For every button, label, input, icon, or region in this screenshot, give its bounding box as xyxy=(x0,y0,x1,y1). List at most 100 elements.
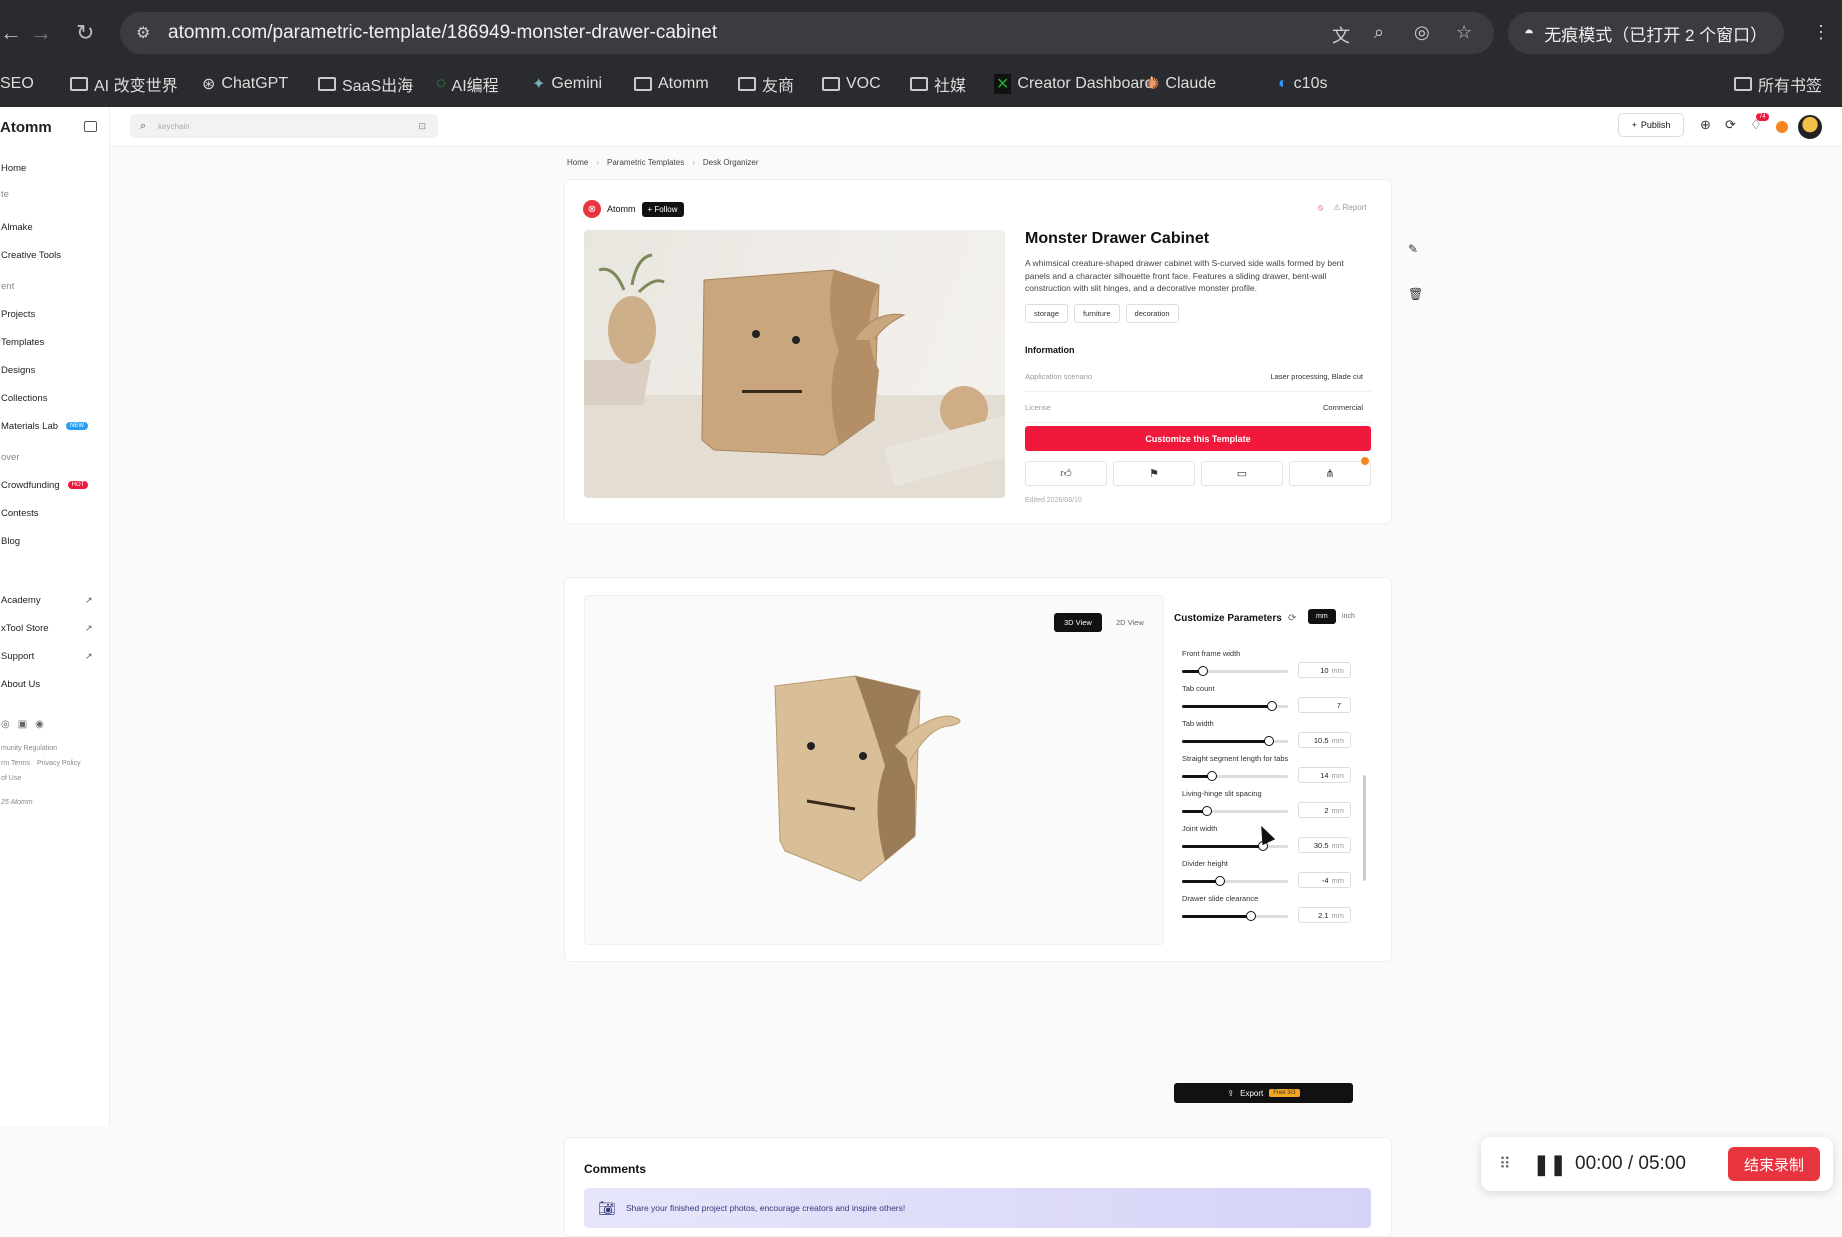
sidebar-item-creative-tools[interactable]: Creative Tools xyxy=(1,250,61,261)
tab-2d-view[interactable]: 2D View xyxy=(1106,613,1154,632)
parameter-value-input[interactable]: 30.5 mm xyxy=(1298,837,1351,853)
translate-icon[interactable]: 文 xyxy=(1332,22,1350,48)
sidebar-item-crowdfunding[interactable]: Crowdfunding HOT xyxy=(1,480,89,491)
parameters-scrollbar[interactable] xyxy=(1363,775,1366,881)
parameter-slider[interactable] xyxy=(1182,806,1288,816)
sidebar-item-blog[interactable]: Blog xyxy=(1,536,20,547)
bookmark-item[interactable]: ◐ c10s xyxy=(1278,75,1327,93)
parameter-slider[interactable] xyxy=(1182,736,1288,746)
sidebar-item-contests[interactable]: Contests xyxy=(1,508,39,519)
sidebar-item-academy[interactable]: Academy xyxy=(1,595,41,606)
reset-icon[interactable]: ⟳ xyxy=(1288,613,1296,624)
3d-viewer[interactable] xyxy=(584,595,1164,945)
parameter-slider[interactable] xyxy=(1182,911,1288,921)
star-icon[interactable]: ☆ xyxy=(1456,22,1472,43)
bookmark-item[interactable]: SEO xyxy=(0,75,34,93)
pause-icon[interactable]: ❚❚ xyxy=(1533,1152,1567,1177)
tag[interactable]: furniture xyxy=(1074,304,1120,323)
edit-icon[interactable]: ✎ xyxy=(1408,242,1418,256)
sidebar-item-home[interactable]: Home xyxy=(1,163,26,174)
slider-handle[interactable] xyxy=(1202,806,1213,816)
stop-recording-button[interactable]: 结束录制 xyxy=(1728,1147,1820,1181)
reload-icon[interactable]: ↻ xyxy=(76,20,94,46)
slider-handle[interactable] xyxy=(1215,876,1226,886)
unit-inch-toggle[interactable]: inch xyxy=(1334,609,1363,624)
avatar[interactable] xyxy=(1798,115,1822,139)
tag[interactable]: decoration xyxy=(1125,304,1179,323)
parameter-value-input[interactable]: 10 mm xyxy=(1298,662,1351,678)
tab-3d-view[interactable]: 3D View xyxy=(1054,613,1102,632)
forward-icon[interactable]: → xyxy=(30,20,52,46)
bookmark-item[interactable]: ⊛ ChatGPT xyxy=(202,74,288,94)
follow-button[interactable]: + Follow xyxy=(641,201,684,217)
bookmark-item[interactable]: Atomm xyxy=(634,75,709,93)
zoom-icon[interactable]: ⌕ xyxy=(1374,22,1384,43)
parameter-value-input[interactable]: 2 mm xyxy=(1298,802,1351,818)
points-icon[interactable] xyxy=(1776,121,1788,133)
delete-icon[interactable]: 🗑︎ xyxy=(1408,287,1423,301)
like-button[interactable]: 👍︎ xyxy=(1025,461,1107,486)
parameter-slider[interactable] xyxy=(1182,876,1288,886)
customize-template-button[interactable]: Customize this Template xyxy=(1025,426,1371,451)
bookmark-button[interactable]: ⚑ xyxy=(1113,461,1195,486)
bookmark-item[interactable]: SaaS出海 xyxy=(318,72,413,96)
author-logo[interactable]: ⊗ xyxy=(583,200,601,218)
back-icon[interactable]: ← xyxy=(0,20,22,46)
comment-button[interactable]: ▭ xyxy=(1201,461,1283,486)
parameter-value-input[interactable]: 7 xyxy=(1298,697,1351,713)
unit-mm-toggle[interactable]: mm xyxy=(1308,609,1336,624)
parameter-value-input[interactable]: 14 mm xyxy=(1298,767,1351,783)
slider-handle[interactable] xyxy=(1263,736,1274,746)
bookmark-item[interactable]: 友商 xyxy=(738,72,794,96)
drag-handle-icon[interactable]: ⠿ xyxy=(1499,1154,1511,1174)
breadcrumb-desk-organizer[interactable]: Desk Organizer xyxy=(703,158,759,167)
sidebar-item-collections[interactable]: Collections xyxy=(1,393,47,404)
share-button[interactable]: ⋔ xyxy=(1289,461,1371,486)
logo[interactable]: Atomm xyxy=(0,119,52,136)
report-button[interactable]: ⚠ Report xyxy=(1333,203,1366,213)
language-icon[interactable]: ⊕ xyxy=(1700,117,1711,133)
sidebar-item-designs[interactable]: Designs xyxy=(1,365,35,376)
slider-handle[interactable] xyxy=(1245,911,1256,921)
publish-button[interactable]: + Publish xyxy=(1618,113,1684,137)
slider-handle[interactable] xyxy=(1198,666,1209,676)
sidebar-item-projects[interactable]: Projects xyxy=(1,309,35,320)
bookmark-item[interactable]: AI 改变世界 xyxy=(70,72,178,96)
bookmark-item[interactable]: VOC xyxy=(822,75,881,93)
slider-handle[interactable] xyxy=(1267,701,1278,711)
block-icon[interactable]: ⦸ xyxy=(1318,203,1323,213)
sidebar-item-xtool-store[interactable]: xTool Store xyxy=(1,623,49,634)
breadcrumb-parametric-templates[interactable]: Parametric Templates xyxy=(607,158,684,167)
footer-link[interactable]: rm Terms xyxy=(1,760,30,767)
sidebar-item-support[interactable]: Support xyxy=(1,651,34,662)
sidebar-item-about-us[interactable]: About Us xyxy=(1,679,40,690)
bookmark-item[interactable]: ✺ Claude xyxy=(1146,74,1216,94)
tag[interactable]: storage xyxy=(1025,304,1069,323)
slider-handle[interactable] xyxy=(1206,771,1217,781)
author-name[interactable]: Atomm xyxy=(607,204,636,214)
export-button[interactable]: ⇪ Export Free 3/3 xyxy=(1174,1083,1353,1103)
parameter-slider[interactable] xyxy=(1182,771,1288,781)
sync-icon[interactable]: ⟳ xyxy=(1725,117,1736,133)
parameter-value-input[interactable]: -4 mm xyxy=(1298,872,1351,888)
parameter-slider[interactable] xyxy=(1182,701,1288,711)
parameter-value-input[interactable]: 10.5 mm xyxy=(1298,732,1351,748)
all-bookmarks[interactable]: 所有书签 xyxy=(1734,72,1822,96)
parameter-slider[interactable] xyxy=(1182,666,1288,676)
site-settings-icon[interactable]: ⚙ xyxy=(136,23,150,43)
bookmark-item[interactable]: ◌ AI编程 xyxy=(436,72,499,96)
sidebar-item-materials-lab[interactable]: Materials Lab NEW xyxy=(1,421,89,432)
template-photo[interactable] xyxy=(584,230,1005,498)
bookmark-item[interactable]: ✦ Gemini xyxy=(532,74,602,94)
parameter-value-input[interactable]: 2.1 mm xyxy=(1298,907,1351,923)
image-search-icon[interactable]: ⊡ xyxy=(418,121,426,132)
eye-off-icon[interactable]: ◎ xyxy=(1414,22,1430,43)
social-icons[interactable]: ◎▣◉ xyxy=(1,719,52,730)
footer-link[interactable]: Privacy Policy xyxy=(37,760,81,767)
share-photos-banner[interactable]: 📷︎ Share your finished project photos, e… xyxy=(584,1188,1371,1228)
sidebar-item-almake[interactable]: Almake xyxy=(1,222,33,233)
address-bar[interactable]: ⚙ atomm.com/parametric-template/186949-m… xyxy=(120,12,1494,54)
footer-link[interactable]: munity Regulation xyxy=(1,745,57,752)
menu-icon[interactable]: ⋮ xyxy=(1812,22,1830,43)
breadcrumb-home[interactable]: Home xyxy=(567,158,588,167)
